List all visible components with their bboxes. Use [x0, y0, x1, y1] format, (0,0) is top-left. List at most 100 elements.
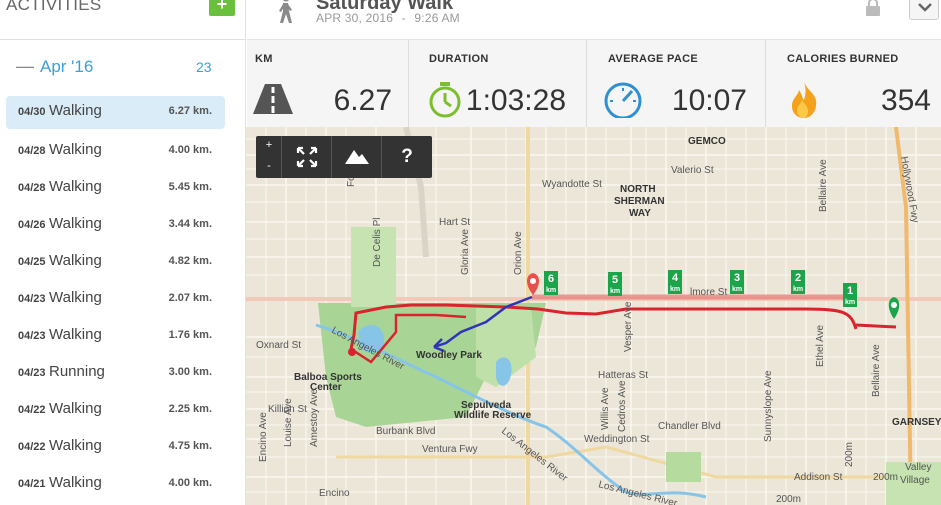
stat-duration: DURATION 1:03:28 — [409, 40, 587, 128]
activity-distance: 6.27 km. — [168, 105, 212, 117]
activity-distance: 2.25 km. — [168, 403, 212, 415]
svg-text:SHERMAN: SHERMAN — [614, 196, 665, 207]
activity-item[interactable]: 04/23 Walking 2.07 km. — [6, 281, 225, 318]
svg-text:Woodley Park: Woodley Park — [416, 350, 482, 361]
stats-bar: KM 6.27 DURATION 1:03:28 AVERAGE PACE 10… — [247, 39, 941, 128]
activity-date: 04/25 — [18, 256, 46, 268]
svg-text:km: km — [732, 286, 742, 293]
activity-distance: 4.82 km. — [168, 255, 212, 267]
svg-text:4: 4 — [672, 272, 679, 284]
svg-text:Burbank Blvd: Burbank Blvd — [376, 426, 435, 437]
activity-datetime: APR 30, 2016 - 9:26 AM — [316, 11, 460, 25]
svg-text:Louise Ave: Louise Ave — [283, 398, 294, 447]
activity-type: Walking — [49, 326, 102, 343]
svg-text:Wyandotte St: Wyandotte St — [542, 179, 602, 190]
svg-text:3: 3 — [734, 272, 740, 284]
stat-label: AVERAGE PACE — [608, 53, 698, 65]
chevron-down-icon — [918, 3, 932, 12]
stat-calories: CALORIES BURNED 354 — [766, 40, 941, 128]
svg-text:200m: 200m — [776, 494, 801, 505]
activity-item[interactable]: 04/26 Walking 3.44 km. — [6, 207, 225, 244]
svg-text:200m: 200m — [844, 442, 855, 467]
collapse-icon: — — [16, 56, 34, 76]
activity-distance: 4.00 km. — [168, 144, 212, 156]
activity-type: Walking — [49, 437, 102, 454]
activity-menu-button[interactable] — [909, 0, 939, 20]
month-group-header[interactable]: — Apr '16 23 — [0, 56, 246, 80]
stat-value: 1:03:28 — [465, 84, 566, 117]
activity-type: Walking — [49, 102, 102, 119]
stat-value: 10:07 — [671, 84, 747, 117]
svg-text:Encino: Encino — [319, 488, 350, 499]
month-activity-count: 23 — [196, 59, 212, 75]
svg-text:Sunnyslope Ave: Sunnyslope Ave — [763, 370, 774, 442]
datetime-separator: - — [401, 11, 406, 25]
activity-type: Walking — [49, 215, 102, 232]
svg-text:1: 1 — [847, 285, 853, 297]
activity-item[interactable]: 04/28 Walking 4.00 km. — [6, 133, 225, 170]
activity-date: 04/21 — [18, 478, 46, 490]
activity-type: Running — [49, 363, 105, 380]
stat-pace: AVERAGE PACE 10:07 — [587, 40, 766, 128]
stat-label: CALORIES BURNED — [787, 53, 899, 65]
svg-text:WAY: WAY — [629, 208, 651, 219]
activity-item[interactable]: 04/21 Walking 4.00 km. — [6, 466, 225, 503]
activity-item[interactable]: 04/22 Walking 2.25 km. — [6, 392, 225, 429]
sidebar-header: ACTIVITIES + — [0, 0, 246, 40]
activity-type: Walking — [49, 400, 102, 417]
svg-text:5: 5 — [612, 274, 618, 286]
map-canvas: 1 km 2 km 3 km 4 km 5 km 6 km GEMCO NORT… — [246, 127, 941, 505]
zoom-control: + - — [256, 136, 282, 178]
activity-date: 04/28 — [18, 145, 46, 157]
svg-text:GARNSEY: GARNSEY — [892, 417, 941, 428]
terrain-button[interactable] — [332, 136, 382, 178]
zoom-in-button[interactable]: + — [256, 136, 282, 157]
svg-text:km: km — [670, 286, 680, 293]
svg-text:Vesper Ave: Vesper Ave — [623, 301, 634, 352]
lock-icon[interactable] — [864, 0, 882, 17]
svg-text:km: km — [845, 299, 855, 306]
activity-item[interactable]: 04/28 Walking 5.45 km. — [6, 170, 225, 207]
route-map[interactable]: 1 km 2 km 3 km 4 km 5 km 6 km GEMCO NORT… — [246, 127, 941, 505]
svg-text:Bellaire Ave: Bellaire Ave — [818, 159, 829, 212]
activity-date: 04/23 — [18, 330, 46, 342]
app-root: ACTIVITIES + — Apr '16 23 04/30 Walking … — [0, 0, 941, 505]
activity-item[interactable]: 04/23 Running 3.00 km. — [6, 355, 225, 392]
activity-item[interactable]: 04/23 Walking 1.76 km. — [6, 318, 225, 355]
svg-text:Bellaire Ave: Bellaire Ave — [871, 344, 882, 397]
svg-text:6: 6 — [548, 273, 554, 285]
activity-item[interactable]: 04/30 Walking 6.27 km. — [6, 96, 225, 129]
stat-label: DURATION — [429, 53, 489, 65]
zoom-out-button[interactable]: - — [256, 157, 282, 178]
activity-type: Walking — [49, 178, 102, 195]
help-button[interactable]: ? — [382, 136, 432, 178]
sidebar: ACTIVITIES + — Apr '16 23 04/30 Walking … — [0, 0, 246, 505]
activity-date: 04/22 — [18, 441, 46, 453]
svg-text:Amestoy Ave: Amestoy Ave — [309, 388, 320, 447]
activity-date: 04/23 — [18, 367, 46, 379]
activity-item[interactable]: 04/22 Walking 4.75 km. — [6, 429, 225, 466]
road-icon — [253, 84, 293, 114]
svg-text:NORTH: NORTH — [620, 184, 656, 195]
activity-date-text: APR 30, 2016 — [316, 11, 394, 25]
month-label: Apr '16 — [40, 57, 94, 76]
activity-type: Walking — [49, 252, 102, 269]
activity-distance: 2.07 km. — [168, 292, 212, 304]
svg-text:Oxnard St: Oxnard St — [256, 340, 301, 351]
fullscreen-icon — [296, 146, 318, 168]
activity-distance: 3.00 km. — [168, 366, 212, 378]
activity-header: Saturday Walk APR 30, 2016 - 9:26 AM — [247, 0, 941, 38]
svg-text:Encino Ave: Encino Ave — [258, 412, 269, 462]
svg-text:Chandler Blvd: Chandler Blvd — [658, 421, 721, 432]
svg-text:De Celis Pl: De Celis Pl — [372, 218, 383, 267]
svg-text:Hart St: Hart St — [439, 217, 470, 228]
svg-text:Gloria Ave: Gloria Ave — [460, 229, 471, 275]
svg-text:Wildlife Reserve: Wildlife Reserve — [454, 410, 532, 421]
stopwatch-icon — [429, 82, 461, 118]
help-label: ? — [401, 146, 413, 167]
activity-date: 04/22 — [18, 404, 46, 416]
activity-item[interactable]: 04/25 Walking 4.82 km. — [6, 244, 225, 281]
add-activity-button[interactable]: + — [209, 0, 235, 16]
activity-distance: 3.44 km. — [168, 218, 212, 230]
fullscreen-button[interactable] — [282, 136, 332, 178]
